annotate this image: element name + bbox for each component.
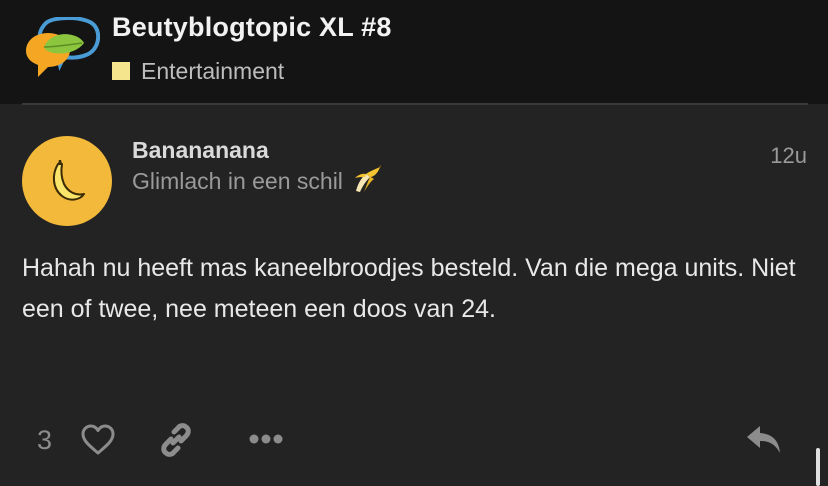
share-link-button[interactable] — [156, 420, 196, 460]
more-icon — [249, 434, 283, 444]
post-body: Hahah nu heeft mas kaneelbroodjes bestel… — [22, 254, 796, 323]
more-options-button[interactable] — [246, 424, 286, 454]
post-username[interactable]: Banananana — [132, 137, 269, 164]
like-button[interactable] — [78, 422, 118, 458]
post-actions: 3 — [0, 412, 828, 468]
user-title: Glimlach in een schil — [132, 167, 343, 194]
category-label: Entertainment — [141, 57, 285, 84]
post-age[interactable]: 12u — [770, 143, 807, 169]
user-title-row: Glimlach in een schil — [132, 164, 382, 198]
scrollbar[interactable] — [816, 448, 820, 486]
like-count[interactable]: 3 — [37, 425, 52, 456]
link-icon — [161, 423, 191, 457]
category-badge — [112, 62, 130, 80]
topic-title[interactable]: Beutyblogtopic XL #8 — [112, 12, 392, 43]
banana-icon — [352, 164, 382, 198]
topic-header: Beutyblogtopic XL #8 Entertainment — [0, 0, 828, 104]
site-logo-icon[interactable] — [24, 16, 101, 81]
avatar[interactable] — [22, 136, 112, 226]
banana-icon — [52, 160, 85, 201]
reply-button[interactable] — [742, 420, 786, 460]
category-link[interactable]: Entertainment — [112, 57, 284, 85]
reply-icon — [747, 426, 780, 453]
heart-icon — [81, 424, 115, 455]
header-divider — [22, 103, 808, 105]
